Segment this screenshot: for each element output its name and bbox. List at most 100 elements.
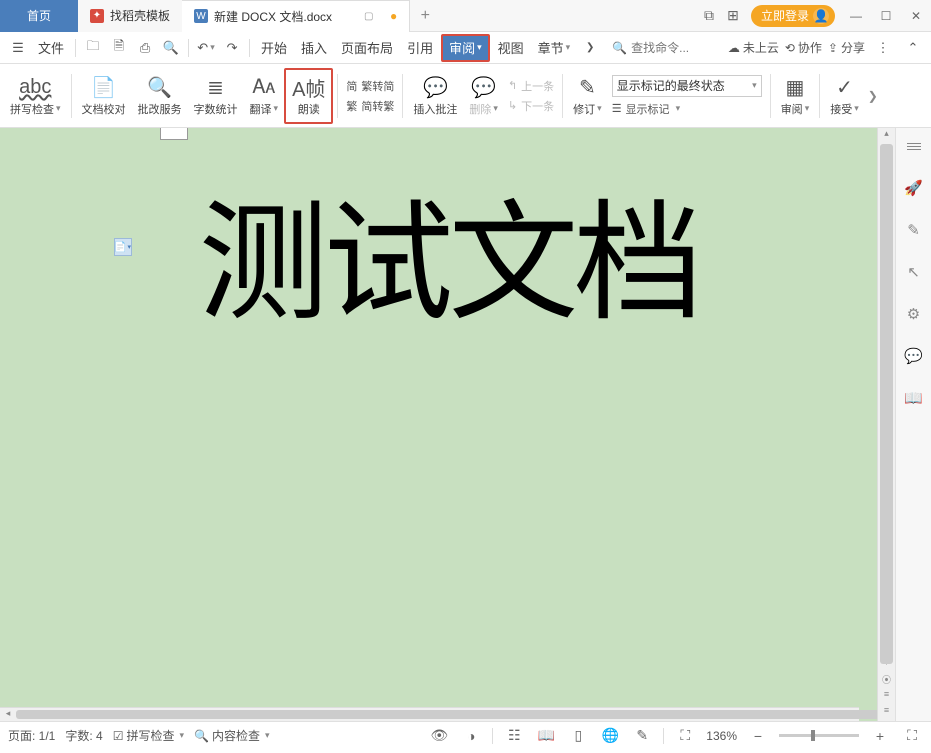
- simp-to-trad-button[interactable]: 繁简转繁: [346, 98, 394, 114]
- undo-icon[interactable]: ↶▾: [194, 36, 218, 60]
- tab-template[interactable]: ✦ 找稻壳模板: [78, 0, 182, 32]
- proofread-label: 文档校对: [82, 101, 126, 117]
- delete-label: 删除: [469, 101, 491, 117]
- fullscreen-icon[interactable]: ⛶: [901, 727, 923, 744]
- menu-insert[interactable]: 插入: [295, 34, 333, 62]
- menu-icon[interactable]: ☰: [6, 36, 30, 60]
- new-tab-button[interactable]: +: [410, 7, 440, 25]
- spellcheck-button[interactable]: abc 拼写检查▾: [4, 68, 67, 124]
- more-icon[interactable]: ⋮: [871, 36, 895, 60]
- approve-service-button[interactable]: 🔍 批改服务: [132, 68, 188, 124]
- insert-comment-button[interactable]: 💬 插入批注: [407, 68, 463, 124]
- menu-start[interactable]: 开始: [255, 34, 293, 62]
- content-check-status[interactable]: 🔍内容检查▾: [194, 727, 270, 744]
- show-markup-button[interactable]: ☰显示标记▾: [612, 101, 762, 117]
- scroll-up-icon[interactable]: ▴: [878, 128, 895, 144]
- tab-presentation-icon[interactable]: ▢: [364, 11, 376, 22]
- prev-comment-button[interactable]: ↰上一条: [508, 78, 554, 94]
- zoom-slider[interactable]: [779, 734, 859, 737]
- review-pane-button[interactable]: ▦ 审阅▾: [775, 68, 816, 124]
- markup-state-label: 显示标记的最终状态: [617, 77, 725, 94]
- document-content[interactable]: 测试文档: [199, 158, 699, 346]
- zoom-in-button[interactable]: +: [869, 728, 891, 744]
- chevron-right-icon[interactable]: ❯: [578, 36, 602, 60]
- ruler-indent-marker[interactable]: [160, 128, 188, 140]
- book-icon[interactable]: 📖: [904, 388, 924, 408]
- pencil-icon[interactable]: ✎: [904, 220, 924, 240]
- page-indicator[interactable]: 页面: 1/1: [8, 727, 55, 744]
- word-count[interactable]: 字数: 4: [65, 727, 102, 744]
- menu-layout[interactable]: 页面布局: [335, 34, 399, 62]
- preview-icon[interactable]: 🔍: [159, 36, 183, 60]
- focus-mode-icon[interactable]: ◑: [460, 728, 482, 744]
- window-split-icon[interactable]: ⧉: [697, 7, 721, 24]
- page-view-icon[interactable]: ▯: [567, 727, 589, 744]
- ribbon-expand-icon[interactable]: ❯: [865, 89, 881, 103]
- redo-icon[interactable]: ↷: [220, 36, 244, 60]
- tab-home[interactable]: 首页: [0, 0, 78, 32]
- export-icon[interactable]: 🗎: [107, 36, 131, 60]
- scroll-options-icon[interactable]: ⦿: [878, 673, 895, 689]
- panel-toggle-icon[interactable]: [904, 136, 924, 156]
- trad-to-simp-button[interactable]: 简繁转简: [346, 78, 394, 94]
- fit-width-icon[interactable]: ⛶: [674, 727, 696, 744]
- vertical-scrollbar[interactable]: ▴ ▾ ⦿ ≡ ≡: [877, 128, 895, 721]
- menu-chapter-label: 章节: [538, 38, 564, 57]
- right-side-panel: 🚀 ✎ ↖ ⚙ 💬 📖: [895, 128, 931, 721]
- apps-icon[interactable]: ⊞: [721, 7, 745, 24]
- hscroll-thumb[interactable]: [16, 710, 877, 719]
- tab-document[interactable]: W 新建 DOCX 文档.docx ▢ ●: [182, 0, 410, 32]
- cloud-label: 未上云: [743, 39, 779, 56]
- vscroll-thumb[interactable]: [880, 144, 893, 664]
- track-changes-button[interactable]: ✎ 修订▾: [567, 68, 608, 124]
- horizontal-ruler[interactable]: [0, 128, 857, 142]
- rocket-icon[interactable]: 🚀: [904, 178, 924, 198]
- web-view-icon[interactable]: 🌐: [599, 727, 621, 744]
- file-menu[interactable]: 文件: [32, 34, 70, 62]
- cloud-sync[interactable]: ☁未上云: [728, 39, 779, 56]
- zoom-level[interactable]: 136%: [706, 729, 737, 743]
- save-icon[interactable]: 🗀: [81, 36, 105, 60]
- command-search[interactable]: 🔍: [612, 41, 711, 55]
- settings-slider-icon[interactable]: ⚙: [904, 304, 924, 324]
- collapse-ribbon-icon[interactable]: ⌃: [901, 36, 925, 60]
- spellcheck-status[interactable]: ☑拼写检查▾: [113, 727, 184, 744]
- readaloud-button[interactable]: A帧 朗读: [284, 68, 333, 124]
- edit-mode-icon[interactable]: ✎: [631, 727, 653, 744]
- s2t-label: 简转繁: [361, 98, 394, 114]
- document-viewport[interactable]: 📄▾ 测试文档 ◂ ▸: [0, 128, 877, 721]
- login-button[interactable]: 立即登录 👤: [751, 5, 835, 27]
- translate-button[interactable]: 🗛 翻译▾: [244, 68, 285, 124]
- menu-view[interactable]: 视图: [492, 34, 530, 62]
- page-down-icon[interactable]: ≡: [878, 705, 895, 721]
- search-input[interactable]: [631, 41, 711, 55]
- minimize-button[interactable]: —: [841, 9, 871, 23]
- collaborate-button[interactable]: ⟲协作: [785, 39, 822, 56]
- scroll-left-icon[interactable]: ◂: [0, 708, 16, 721]
- menu-chapter[interactable]: 章节▾: [532, 34, 577, 62]
- next-comment-button[interactable]: ↳下一条: [508, 98, 554, 114]
- share-button[interactable]: ⇪分享: [828, 39, 865, 56]
- page-up-icon[interactable]: ≡: [878, 689, 895, 705]
- prev-icon: ↰: [508, 79, 517, 92]
- chat-icon[interactable]: 💬: [904, 346, 924, 366]
- accept-button[interactable]: ✓ 接受▾: [824, 68, 865, 124]
- maximize-button[interactable]: ☐: [871, 9, 901, 23]
- cursor-icon[interactable]: ↖: [904, 262, 924, 282]
- zoom-out-button[interactable]: −: [747, 728, 769, 744]
- proofread-button[interactable]: 📄 文档校对: [76, 68, 132, 124]
- markup-state-select[interactable]: 显示标记的最终状态 ▾: [612, 75, 762, 97]
- delete-comment-button[interactable]: 💬 删除▾: [463, 68, 504, 124]
- eye-icon[interactable]: 👁: [428, 727, 450, 744]
- print-icon[interactable]: ⎙: [133, 36, 157, 60]
- read-view-icon[interactable]: 📖: [535, 727, 557, 744]
- menu-reference[interactable]: 引用: [401, 34, 439, 62]
- menu-review[interactable]: 审阅▾: [441, 34, 490, 62]
- wordcount-button[interactable]: ≣ 字数统计: [188, 68, 244, 124]
- horizontal-scrollbar[interactable]: ◂ ▸: [0, 707, 859, 721]
- close-button[interactable]: ✕: [901, 9, 931, 23]
- document-page[interactable]: 📄▾ 测试文档: [14, 148, 864, 708]
- zoom-slider-thumb[interactable]: [811, 730, 815, 741]
- outline-view-icon[interactable]: ☷: [503, 727, 525, 744]
- paragraph-tag[interactable]: 📄▾: [114, 238, 132, 256]
